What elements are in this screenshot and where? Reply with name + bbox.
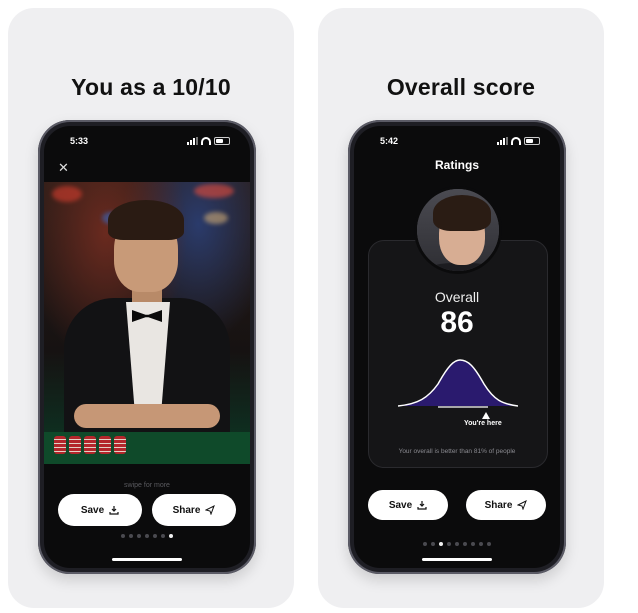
close-icon[interactable]: ✕ — [58, 160, 69, 176]
battery-icon — [214, 137, 230, 145]
marker-triangle-icon — [482, 412, 490, 419]
wifi-icon — [511, 137, 521, 145]
percentile-text: Your overall is better than 81% of peopl… — [398, 448, 516, 455]
page-dot-active — [439, 542, 443, 546]
signal-icon — [187, 137, 198, 145]
page-dot — [463, 542, 467, 546]
phone-screen: 5:33 ✕ swipe for more Save Share — [44, 126, 250, 568]
battery-icon — [524, 137, 540, 145]
page-dot — [129, 534, 133, 538]
send-icon — [205, 505, 216, 515]
status-bar: 5:33 — [44, 136, 250, 150]
status-time: 5:42 — [380, 136, 399, 146]
status-bar: 5:42 — [354, 136, 560, 150]
page-dot — [423, 542, 427, 546]
page-dot — [471, 542, 475, 546]
page-dot — [153, 534, 157, 538]
page-dot — [479, 542, 483, 546]
home-indicator — [422, 558, 492, 561]
page-indicator — [44, 534, 250, 538]
wifi-icon — [201, 137, 211, 145]
page-indicator — [354, 542, 560, 546]
promo-card-right: Overall score 5:42 Ratings Overall 86 Yo… — [318, 8, 604, 608]
page-dot — [487, 542, 491, 546]
page-dot — [145, 534, 149, 538]
save-button[interactable]: Save — [368, 490, 448, 520]
home-indicator — [112, 558, 182, 561]
page-dot — [137, 534, 141, 538]
phone-frame: 5:42 Ratings Overall 86 You're here Your… — [348, 120, 566, 574]
send-icon — [517, 500, 528, 510]
share-button[interactable]: Share — [466, 490, 546, 520]
page-dot — [447, 542, 451, 546]
swipe-hint: swipe for more — [124, 482, 170, 489]
distribution-curve — [398, 359, 518, 408]
marker-label: You're here — [464, 420, 502, 427]
share-button[interactable]: Share — [152, 494, 236, 526]
save-label: Save — [388, 499, 413, 511]
download-icon — [417, 501, 427, 510]
save-button[interactable]: Save — [58, 494, 142, 526]
download-icon — [109, 506, 119, 515]
promo-card-left: You as a 10/10 5:33 ✕ swipe for more Sav… — [8, 8, 294, 608]
page-dot — [121, 534, 125, 538]
card-title: Overall score — [386, 74, 536, 100]
avatar — [414, 186, 502, 274]
phone-screen: 5:42 Ratings Overall 86 You're here Your… — [354, 126, 560, 568]
ratings-header: Ratings — [434, 158, 479, 172]
page-dot — [431, 542, 435, 546]
action-row: Save Share — [58, 494, 236, 526]
phone-frame: 5:33 ✕ swipe for more Save Share — [38, 120, 256, 574]
page-dot — [455, 542, 459, 546]
page-dot-active — [169, 534, 173, 538]
share-label: Share — [172, 504, 201, 516]
status-time: 5:33 — [70, 136, 89, 146]
page-dot — [161, 534, 165, 538]
share-label: Share — [484, 499, 513, 511]
signal-icon — [497, 137, 508, 145]
action-row: Save Share — [368, 490, 546, 520]
save-label: Save — [80, 504, 105, 516]
card-title: You as a 10/10 — [71, 74, 231, 100]
overall-score: 86 — [440, 306, 474, 339]
generated-portrait-image — [44, 182, 250, 464]
overall-label: Overall — [434, 289, 480, 305]
